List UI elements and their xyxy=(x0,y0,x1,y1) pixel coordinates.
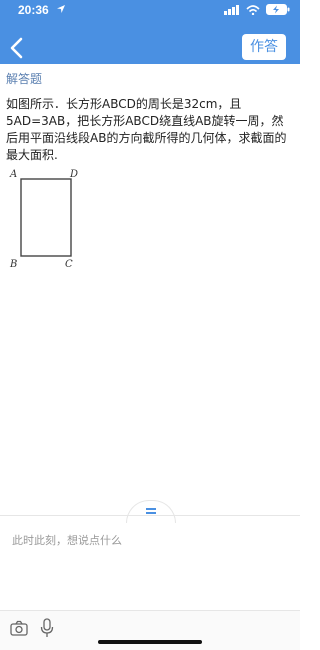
rectangle-figure: A D B C xyxy=(9,169,78,270)
signal-icon xyxy=(224,4,239,15)
status-time: 20:36 xyxy=(18,3,49,17)
question-text: 如图所示．长方形ABCD的周长是32cm，且5AD=3AB，把长方形ABCD绕直… xyxy=(6,97,287,162)
battery-charging-icon xyxy=(266,4,290,15)
comment-placeholder[interactable]: 此时此刻，想说点什么 xyxy=(12,532,122,548)
status-bar: 20:36 xyxy=(0,0,300,22)
app-header: 20:36 作答 xyxy=(0,0,300,64)
back-icon[interactable] xyxy=(8,36,26,60)
bottom-toolbar xyxy=(0,610,300,650)
drawer-handle[interactable] xyxy=(126,500,176,523)
menu-lines-icon xyxy=(146,508,156,510)
camera-icon[interactable] xyxy=(10,619,28,637)
microphone-icon[interactable] xyxy=(40,618,54,638)
figure-label-b: B xyxy=(9,259,17,270)
location-arrow-icon xyxy=(57,5,65,13)
figure-label-c: C xyxy=(65,259,73,270)
figure-label-d: D xyxy=(69,169,78,180)
status-icons xyxy=(224,4,290,15)
answer-button[interactable]: 作答 xyxy=(242,34,286,60)
divider xyxy=(0,515,300,516)
figure-label-a: A xyxy=(9,169,17,180)
home-indicator xyxy=(98,640,202,644)
section-title: 解答题 xyxy=(6,72,43,86)
wifi-icon xyxy=(246,4,260,15)
